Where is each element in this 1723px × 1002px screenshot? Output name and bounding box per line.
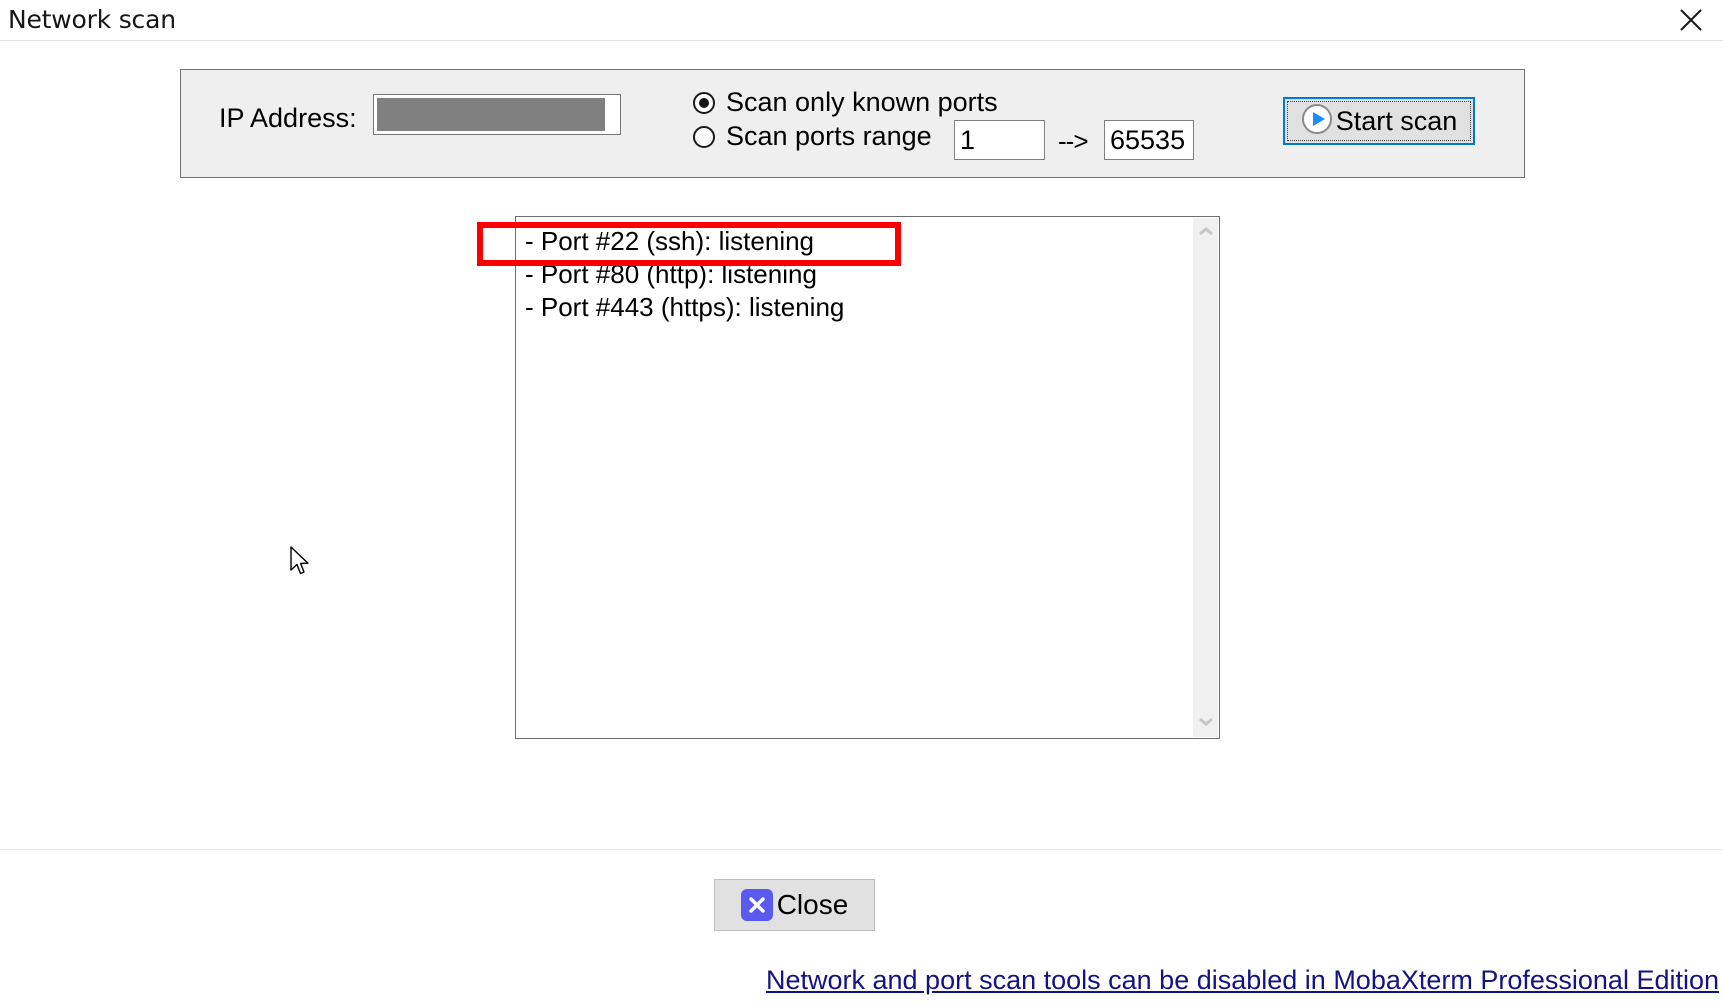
close-button-label: Close	[776, 889, 849, 920]
close-button[interactable]: Close	[714, 879, 875, 931]
radio-scan-known-ports[interactable]: Scan only known ports	[693, 87, 998, 118]
page-title: Network scan	[8, 5, 176, 34]
port-range-to-input[interactable]: 65535	[1104, 120, 1194, 160]
ip-address-label: IP Address:	[219, 103, 357, 133]
port-range-from-input[interactable]: 1	[954, 120, 1045, 160]
start-scan-label: Start scan	[1335, 105, 1458, 136]
mouse-cursor	[290, 546, 312, 583]
window-title-bar: Network scan	[0, 0, 1723, 41]
ip-address-input[interactable]	[373, 94, 621, 135]
port-range-arrow: -->	[1058, 126, 1088, 156]
list-item: - Port #443 (https): listening	[525, 292, 845, 322]
radio-scan-ports-range-mark[interactable]	[693, 125, 715, 148]
promo-link[interactable]: Network and port scan tools can be disab…	[766, 965, 1719, 996]
results-scrollbar[interactable]	[1193, 218, 1218, 737]
close-icon	[1678, 7, 1704, 33]
x-square-icon	[740, 889, 773, 921]
list-item: - Port #80 (http): listening	[525, 259, 817, 289]
footer-separator	[0, 849, 1723, 850]
list-item: - Port #22 (ssh): listening	[525, 226, 815, 256]
scroll-down-button[interactable]	[1193, 710, 1218, 735]
radio-scan-known-ports-label[interactable]: Scan only known ports	[726, 87, 998, 118]
scan-results-list: - Port #22 (ssh): listening - Port #80 (…	[525, 225, 1191, 324]
start-scan-button[interactable]: Start scan	[1283, 97, 1475, 145]
scan-results-textbox[interactable]: - Port #22 (ssh): listening - Port #80 (…	[515, 216, 1220, 739]
ip-address-redaction-overlay	[377, 98, 605, 131]
radio-scan-ports-range[interactable]: Scan ports range	[693, 121, 932, 152]
radio-scan-known-ports-mark[interactable]	[693, 91, 715, 114]
chevron-up-icon	[1198, 224, 1214, 242]
play-circle-icon	[1301, 103, 1333, 140]
scroll-up-button[interactable]	[1193, 220, 1218, 245]
chevron-down-icon	[1198, 714, 1214, 732]
window-close-button[interactable]	[1669, 2, 1713, 38]
radio-scan-ports-range-label[interactable]: Scan ports range	[726, 121, 932, 152]
